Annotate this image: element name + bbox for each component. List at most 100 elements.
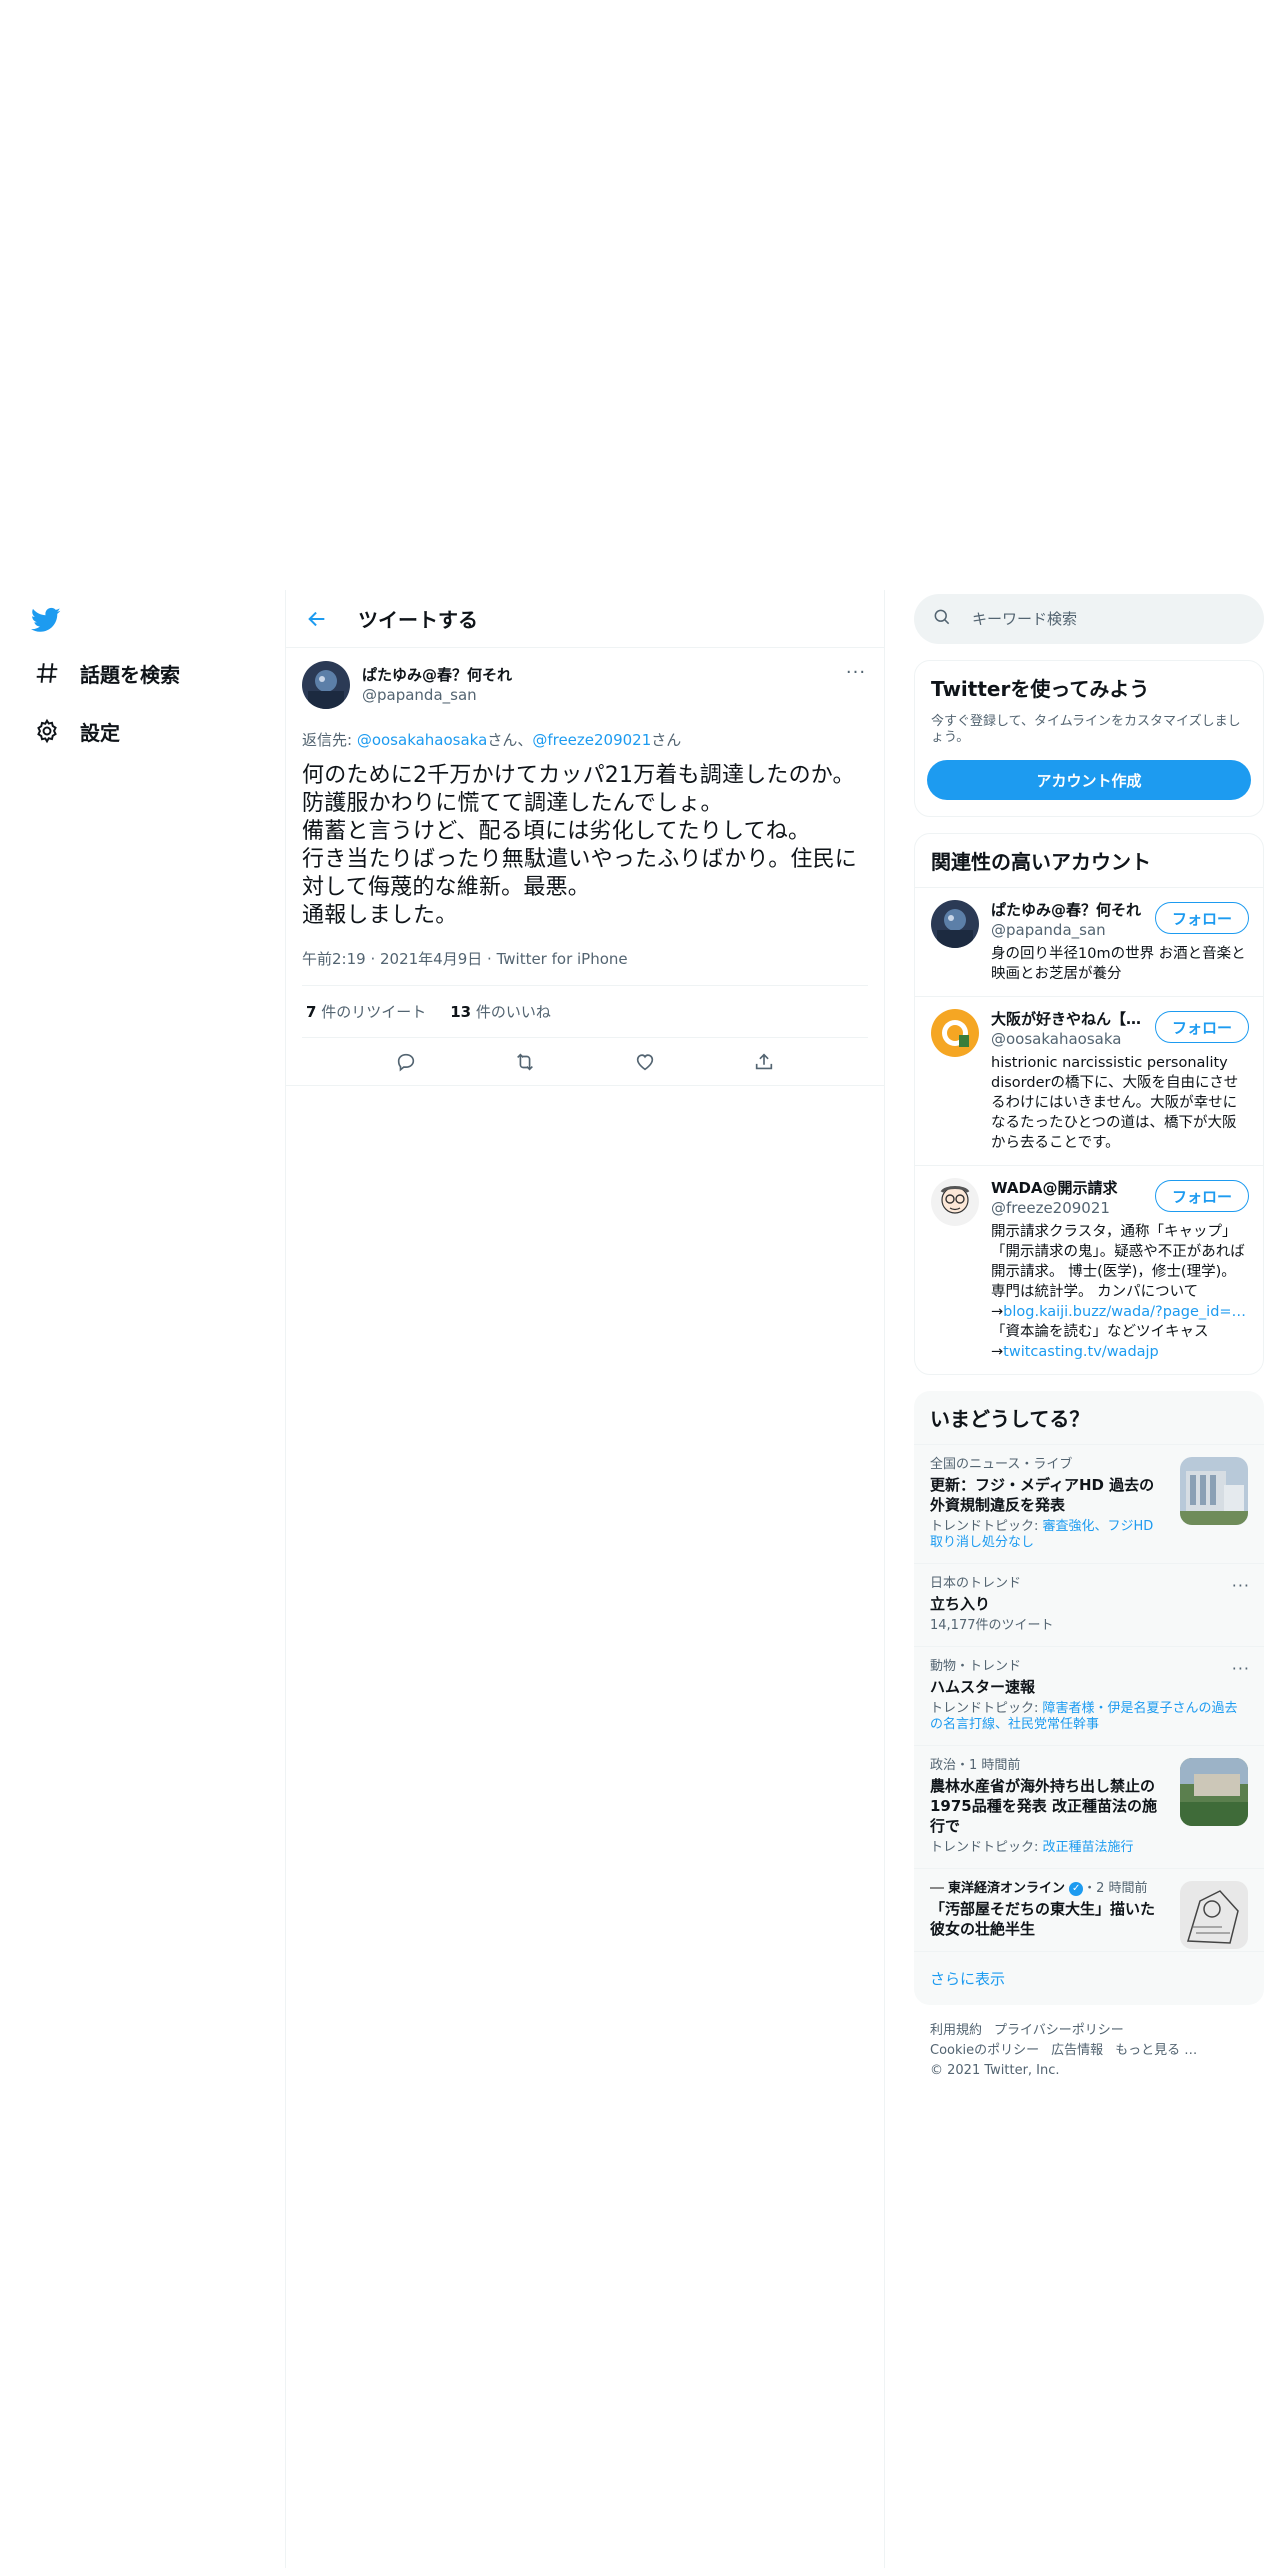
trend-sub-prefix: トレンドトピック: xyxy=(930,1840,1043,1855)
search-input[interactable] xyxy=(972,610,1222,628)
trend-time: ・2 時間前 xyxy=(1083,1881,1148,1896)
search-icon xyxy=(932,607,952,631)
account-name[interactable]: ぱたゆみ@春？何それ xyxy=(991,900,1141,920)
related-accounts-card: 関連性の高いアカウント ぱたゆみ@春？何それ @papanda_san 身の回り… xyxy=(914,833,1264,1375)
trend-thumbnail xyxy=(1180,1881,1248,1949)
follow-button[interactable]: フォロー xyxy=(1155,902,1249,934)
avatar[interactable] xyxy=(302,661,350,709)
nav-explore[interactable]: 話題を検索 xyxy=(30,653,180,693)
twitter-logo-icon[interactable] xyxy=(30,605,64,635)
reply-user-link[interactable]: @freeze209021 xyxy=(532,731,651,749)
account-row[interactable]: ぱたゆみ@春？何それ @papanda_san 身の回り半径10mの世界 お酒と… xyxy=(915,887,1263,996)
search-box[interactable] xyxy=(914,594,1264,644)
reply-suffix: さん、 xyxy=(487,731,533,749)
trend-title: 農林水産省が海外持ち出し禁止の1975品種を発表 改正種苗法の施行で xyxy=(930,1777,1157,1835)
like-label: 件のいいね xyxy=(471,1003,551,1021)
footer-link[interactable]: もっと見る … xyxy=(1115,2043,1197,2058)
back-arrow-icon[interactable] xyxy=(300,602,334,636)
signup-card: Twitterを使ってみよう 今すぐ登録して、タイムラインをカスタマイズしましょ… xyxy=(914,660,1264,817)
reply-icon[interactable] xyxy=(387,1043,425,1081)
trend-title: ハムスター速報 xyxy=(930,1678,1036,1696)
tweet-detail: ぱたゆみ@春？何それ @papanda_san ··· 返信先: @oosaka… xyxy=(286,648,884,1086)
trend-sub-prefix: トレンドトピック: xyxy=(930,1519,1043,1534)
tweet-time[interactable]: 午前2:19 xyxy=(302,950,366,968)
nav-settings[interactable]: 設定 xyxy=(30,711,120,751)
follow-button[interactable]: フォロー xyxy=(1155,1011,1249,1043)
account-bio: 身の回り半径10mの世界 お酒と音楽と映画とお芝居が養分 xyxy=(991,946,1246,982)
trend-sub: トレンドトピック: 審査強化、フジHD取り消し処分なし xyxy=(930,1519,1165,1551)
footer-link[interactable]: 利用規約 xyxy=(930,2023,982,2038)
nav-explore-label: 話題を検索 xyxy=(80,662,180,687)
footer-link[interactable]: 広告情報 xyxy=(1051,2043,1103,2058)
bio-link[interactable]: twitcasting.tv/wadajp xyxy=(1003,1344,1159,1360)
trend-context: 動物・トレンド xyxy=(930,1659,1022,1674)
trend-title: 更新：フジ・メディアHD 過去の外資規制違反を発表 xyxy=(930,1476,1155,1514)
tweet-date[interactable]: 2021年4月9日 xyxy=(380,950,482,968)
copyright: © 2021 Twitter, Inc. xyxy=(930,2063,1060,2078)
trend-count: 14,177件のツイート xyxy=(930,1618,1054,1633)
like-count[interactable]: 13 件のいいね xyxy=(450,1001,551,1022)
avatar[interactable] xyxy=(931,900,979,948)
reply-user-link[interactable]: @oosakahaosaka xyxy=(357,731,487,749)
trend-thumbnail xyxy=(1180,1457,1248,1525)
show-more-link[interactable]: さらに表示 xyxy=(914,1951,1264,2005)
main-column: ツイートする ぱたゆみ@春？何それ @papanda_san ··· 返信先: … xyxy=(285,590,885,2568)
avatar[interactable] xyxy=(931,1178,979,1226)
reply-suffix: さん xyxy=(651,731,682,749)
create-account-button[interactable]: アカウント作成 xyxy=(927,760,1251,800)
trend-title: 立ち入り xyxy=(930,1595,991,1613)
author-handle[interactable]: @papanda_san xyxy=(362,685,512,705)
follow-button[interactable]: フォロー xyxy=(1155,1180,1249,1212)
retweet-number: 7 xyxy=(306,1003,317,1021)
account-row[interactable]: 大阪が好きやねん【… @oosakahaosaka histrionic nar… xyxy=(915,996,1263,1165)
tweet-source[interactable]: Twitter for iPhone xyxy=(497,950,628,968)
footer: 利用規約 プライバシーポリシー Cookieのポリシー 広告情報 もっと見る … © … xyxy=(914,2005,1264,2097)
trend-sub-prefix: トレンドトピック: xyxy=(930,1701,1043,1716)
trend-item[interactable]: 動物・トレンド ハムスター速報 トレンドトピック: 障害者様・伊是名夏子さんの過… xyxy=(914,1646,1264,1745)
footer-link[interactable]: Cookieのポリシー xyxy=(930,2043,1039,2058)
account-name[interactable]: WADA@開示請求 xyxy=(991,1178,1141,1198)
like-icon[interactable] xyxy=(626,1043,664,1081)
source-logo-icon xyxy=(930,1886,944,1891)
retweet-icon[interactable] xyxy=(506,1043,544,1081)
signup-desc: 今すぐ登録して、タイムラインをカスタマイズしましょう。 xyxy=(931,714,1241,745)
trend-context: 日本のトレンド xyxy=(930,1576,1022,1591)
trend-item[interactable]: 政治・1 時間前 農林水産省が海外持ち出し禁止の1975品種を発表 改正種苗法の… xyxy=(914,1745,1264,1868)
avatar[interactable] xyxy=(931,1009,979,1057)
account-bio-text: 「資本論を読む」などツイキャス xyxy=(991,1324,1209,1340)
footer-link[interactable]: プライバシーポリシー xyxy=(994,2023,1124,2038)
trend-item[interactable]: 東洋経済オンライン ✓ ・2 時間前 「汚部屋そだちの東大生」描いた彼女の壮絶半生 xyxy=(914,1868,1264,1951)
gear-icon xyxy=(30,714,64,748)
link-arrow: → xyxy=(991,1344,1004,1360)
account-bio-text: 開示請求クラスタ，通称「キャップ」「開示請求の鬼」。疑惑や不正があれば開示請求。… xyxy=(991,1224,1245,1300)
reply-to-line: 返信先: @oosakahaosakaさん、@freeze209021さん xyxy=(302,730,868,750)
trend-item[interactable]: 全国のニュース・ライブ 更新：フジ・メディアHD 過去の外資規制違反を発表 トレ… xyxy=(914,1444,1264,1563)
author-name[interactable]: ぱたゆみ@春？何それ xyxy=(362,665,512,685)
link-arrow: → xyxy=(991,1304,1004,1320)
right-sidebar: Twitterを使ってみよう 今すぐ登録して、タイムラインをカスタマイズしましょ… xyxy=(914,594,1264,2097)
tweet-actions xyxy=(286,1038,884,1086)
trend-topic-link[interactable]: 改正種苗法施行 xyxy=(1043,1840,1134,1855)
trend-title: 「汚部屋そだちの東大生」描いた彼女の壮絶半生 xyxy=(930,1900,1156,1938)
trend-sub: トレンドトピック: 改正種苗法施行 xyxy=(930,1840,1165,1856)
account-name[interactable]: 大阪が好きやねん【… xyxy=(991,1009,1141,1029)
like-number: 13 xyxy=(450,1003,472,1021)
share-icon[interactable] xyxy=(745,1043,783,1081)
trends-title: いまどうしてる？ xyxy=(930,1407,1090,1431)
more-options-icon[interactable]: ··· xyxy=(844,662,868,683)
account-bio: histrionic narcissistic personality diso… xyxy=(991,1055,1239,1151)
retweet-count[interactable]: 7 件のリツイート xyxy=(306,1001,426,1022)
more-options-icon[interactable]: ··· xyxy=(1232,1576,1250,1595)
tweet-stats: 7 件のリツイート 13 件のいいね xyxy=(302,986,868,1038)
trend-item[interactable]: 日本のトレンド 立ち入り 14,177件のツイート ··· xyxy=(914,1563,1264,1646)
retweet-label: 件のリツイート xyxy=(316,1003,427,1021)
more-options-icon[interactable]: ··· xyxy=(1232,1659,1250,1678)
related-title: 関連性の高いアカウント xyxy=(931,850,1151,874)
trend-thumbnail xyxy=(1180,1758,1248,1826)
hashtag-icon xyxy=(30,656,64,690)
account-row[interactable]: WADA@開示請求 @freeze209021 開示請求クラスタ，通称「キャップ… xyxy=(915,1165,1263,1374)
reply-prefix: 返信先: xyxy=(302,731,357,749)
bio-link[interactable]: blog.kaiji.buzz/wada/?page_id=… xyxy=(1003,1304,1246,1320)
main-header: ツイートする xyxy=(286,590,884,648)
trends-card: いまどうしてる？ 全国のニュース・ライブ 更新：フジ・メディアHD 過去の外資規… xyxy=(914,1391,1264,2005)
